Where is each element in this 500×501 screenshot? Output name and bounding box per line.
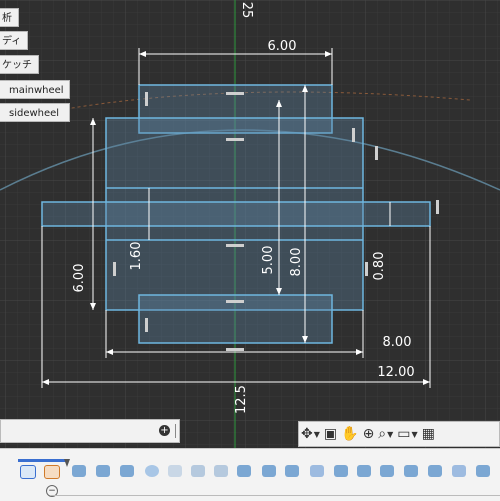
zoom-icon[interactable]: ⊕ bbox=[363, 423, 375, 445]
timeline-body-icon[interactable] bbox=[262, 465, 276, 477]
timeline-move-icon[interactable] bbox=[214, 465, 228, 477]
timeline-extrude-icon[interactable] bbox=[120, 465, 134, 477]
browser-item-body[interactable]: ディ bbox=[0, 31, 29, 50]
axle-block[interactable] bbox=[41, 201, 431, 227]
timeline-move-icon[interactable] bbox=[191, 465, 205, 477]
plus-circle-icon[interactable]: + bbox=[159, 425, 170, 436]
timeline-body-icon[interactable] bbox=[380, 465, 394, 477]
timeline-track bbox=[50, 495, 500, 496]
timeline-body-icon[interactable] bbox=[237, 465, 251, 477]
dim-total-width[interactable]: 12.00 bbox=[377, 365, 414, 380]
navigation-bar: ✥ ▼ ▣ ✋ ⊕ ⌕ ▼ ▭ ▼ ▦ bbox=[298, 421, 500, 447]
palette-divider bbox=[175, 424, 176, 438]
timeline-body-icon[interactable] bbox=[334, 465, 348, 477]
timeline-body-icon[interactable] bbox=[357, 465, 371, 477]
dim-right-small[interactable]: 0.80 bbox=[372, 252, 387, 281]
dim-inner-a[interactable]: 1.60 bbox=[129, 242, 144, 271]
browser-item-mainwheel[interactable]: mainwheel bbox=[0, 80, 70, 99]
timeline-pattern-icon[interactable] bbox=[145, 465, 159, 477]
timeline-sketch-icon[interactable] bbox=[452, 465, 466, 477]
timeline-body-icon[interactable] bbox=[428, 465, 442, 477]
dim-inner-b[interactable]: 5.00 bbox=[261, 246, 276, 275]
playhead-icon[interactable] bbox=[64, 459, 70, 467]
axis-label-top: 25 bbox=[239, 2, 254, 19]
timeline-extrude-icon[interactable] bbox=[96, 465, 110, 477]
browser-item-analysis[interactable]: 析 bbox=[0, 8, 19, 27]
browser-item-sketch[interactable]: ケッチ bbox=[0, 55, 39, 74]
timeline-combine-icon[interactable] bbox=[168, 465, 182, 477]
axis-label-bottom: 12.5 bbox=[234, 385, 249, 414]
orbit-icon[interactable]: ✥ ▼ bbox=[301, 423, 320, 445]
sketch-palette[interactable]: + bbox=[0, 419, 180, 443]
fit-icon[interactable]: ⌕ ▼ bbox=[378, 423, 393, 445]
display-settings-icon[interactable]: ▭ ▼ bbox=[397, 423, 417, 445]
pan-hand-icon[interactable]: ✋ bbox=[341, 423, 358, 445]
timeline-body-icon[interactable] bbox=[285, 465, 299, 477]
dim-top-width[interactable]: 6.00 bbox=[268, 39, 297, 54]
dim-left-height[interactable]: 6.00 bbox=[72, 264, 87, 293]
timeline-body-icon[interactable] bbox=[476, 465, 490, 477]
timeline-sketch-icon[interactable] bbox=[20, 465, 36, 479]
browser-item-sidewheel[interactable]: sidewheel bbox=[0, 103, 70, 122]
design-canvas[interactable]: 6.00 25 12.5 6.00 1.60 5.00 8.00 0.80 8.… bbox=[0, 0, 500, 448]
timeline-extrude-icon[interactable] bbox=[72, 465, 86, 477]
grid-icon[interactable]: ▦ bbox=[422, 423, 435, 445]
dim-inner-c[interactable]: 8.00 bbox=[289, 248, 304, 277]
timeline-body-icon[interactable] bbox=[404, 465, 418, 477]
timeline-sketch-icon[interactable] bbox=[310, 465, 324, 477]
look-at-icon[interactable]: ▣ bbox=[324, 423, 337, 445]
timeline-marker[interactable] bbox=[18, 459, 66, 462]
sketch-view[interactable]: 6.00 25 12.5 6.00 1.60 5.00 8.00 0.80 8.… bbox=[0, 0, 500, 448]
timeline-sketch-icon[interactable] bbox=[44, 465, 60, 479]
dim-right-width[interactable]: 8.00 bbox=[383, 335, 412, 350]
